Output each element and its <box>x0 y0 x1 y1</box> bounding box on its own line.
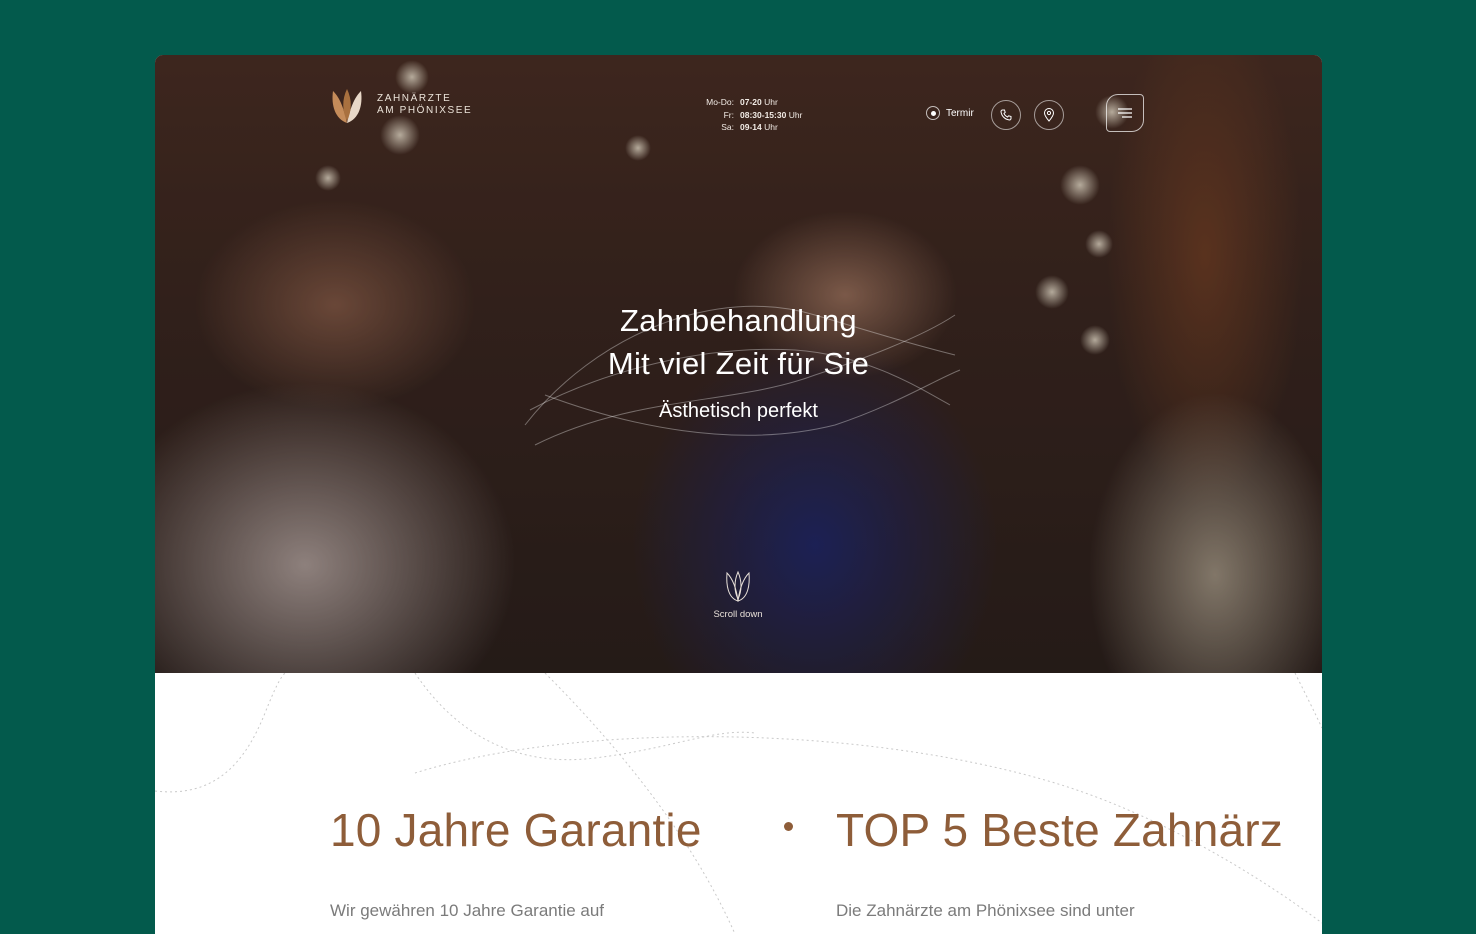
hero-subtitle: Ästhetisch perfekt <box>659 400 818 422</box>
bullet-separator <box>784 822 793 831</box>
feature-title: 10 Jahre Garantie <box>330 804 702 856</box>
hours-time: 07-20 <box>740 97 762 107</box>
hours-unit: Uhr <box>764 122 778 132</box>
phone-button[interactable] <box>991 100 1021 130</box>
feature-text: Wir gewähren 10 Jahre Garantie auf <box>330 901 605 920</box>
feature-text: Die Zahnärzte am Phönixsee sind unter <box>836 901 1135 920</box>
location-pin-icon <box>1043 108 1055 122</box>
brand-name-line1: ZAHNÄRZTE <box>377 93 452 104</box>
hours-day: Fr: <box>723 109 734 120</box>
feature-title: TOP 5 Beste Zahnärz <box>836 804 1283 856</box>
termin-label: Termir <box>946 107 974 119</box>
hours-row: Fr: 08:30-15:30 Uhr <box>700 109 803 122</box>
hero-section: ZAHNÄRZTE AM PHÖNIXSEE Mo-Do: 07-20 Uhr … <box>155 55 1322 673</box>
scroll-down-button[interactable]: Scroll down <box>688 569 788 620</box>
hero-title: Zahnbehandlung Mit viel Zeit für Sie <box>155 299 1322 385</box>
brand-logo[interactable]: ZAHNÄRZTE AM PHÖNIXSEE <box>329 85 472 125</box>
termin-button[interactable]: Termir <box>926 106 974 120</box>
hours-row: Mo-Do: 07-20 Uhr <box>700 96 802 109</box>
menu-button[interactable] <box>1106 94 1144 132</box>
hours-day: Sa: <box>721 122 734 132</box>
tulip-logo-icon <box>332 89 362 123</box>
hours-unit: Uhr <box>788 109 803 120</box>
opening-hours: Mo-Do: 07-20 Uhr Fr: 08:30-15:30 Uhr Sa:… <box>700 96 802 134</box>
hours-row: Sa: 09-14 Uhr <box>700 121 802 134</box>
scroll-down-label: Scroll down <box>713 609 763 620</box>
tulip-outline-icon <box>726 570 750 602</box>
hours-unit: Uhr <box>764 97 778 107</box>
hours-time: 08:30-15:30 <box>740 109 787 120</box>
hamburger-menu-icon <box>1118 108 1132 118</box>
hero-title-line1: Zahnbehandlung <box>620 303 857 338</box>
hours-time: 09-14 <box>740 122 762 132</box>
location-button[interactable] <box>1034 100 1064 130</box>
hours-day: Mo-Do: <box>706 97 734 107</box>
browser-frame: ZAHNÄRZTE AM PHÖNIXSEE Mo-Do: 07-20 Uhr … <box>155 55 1322 934</box>
phone-icon <box>1000 109 1012 121</box>
radio-dot-icon <box>926 106 940 120</box>
hero-title-line2: Mit viel Zeit für Sie <box>607 346 870 381</box>
brand-name-line2: AM PHÖNIXSEE <box>377 105 473 116</box>
features-section: 10 Jahre Garantie TOP 5 Beste Zahnärz Wi… <box>155 673 1322 934</box>
